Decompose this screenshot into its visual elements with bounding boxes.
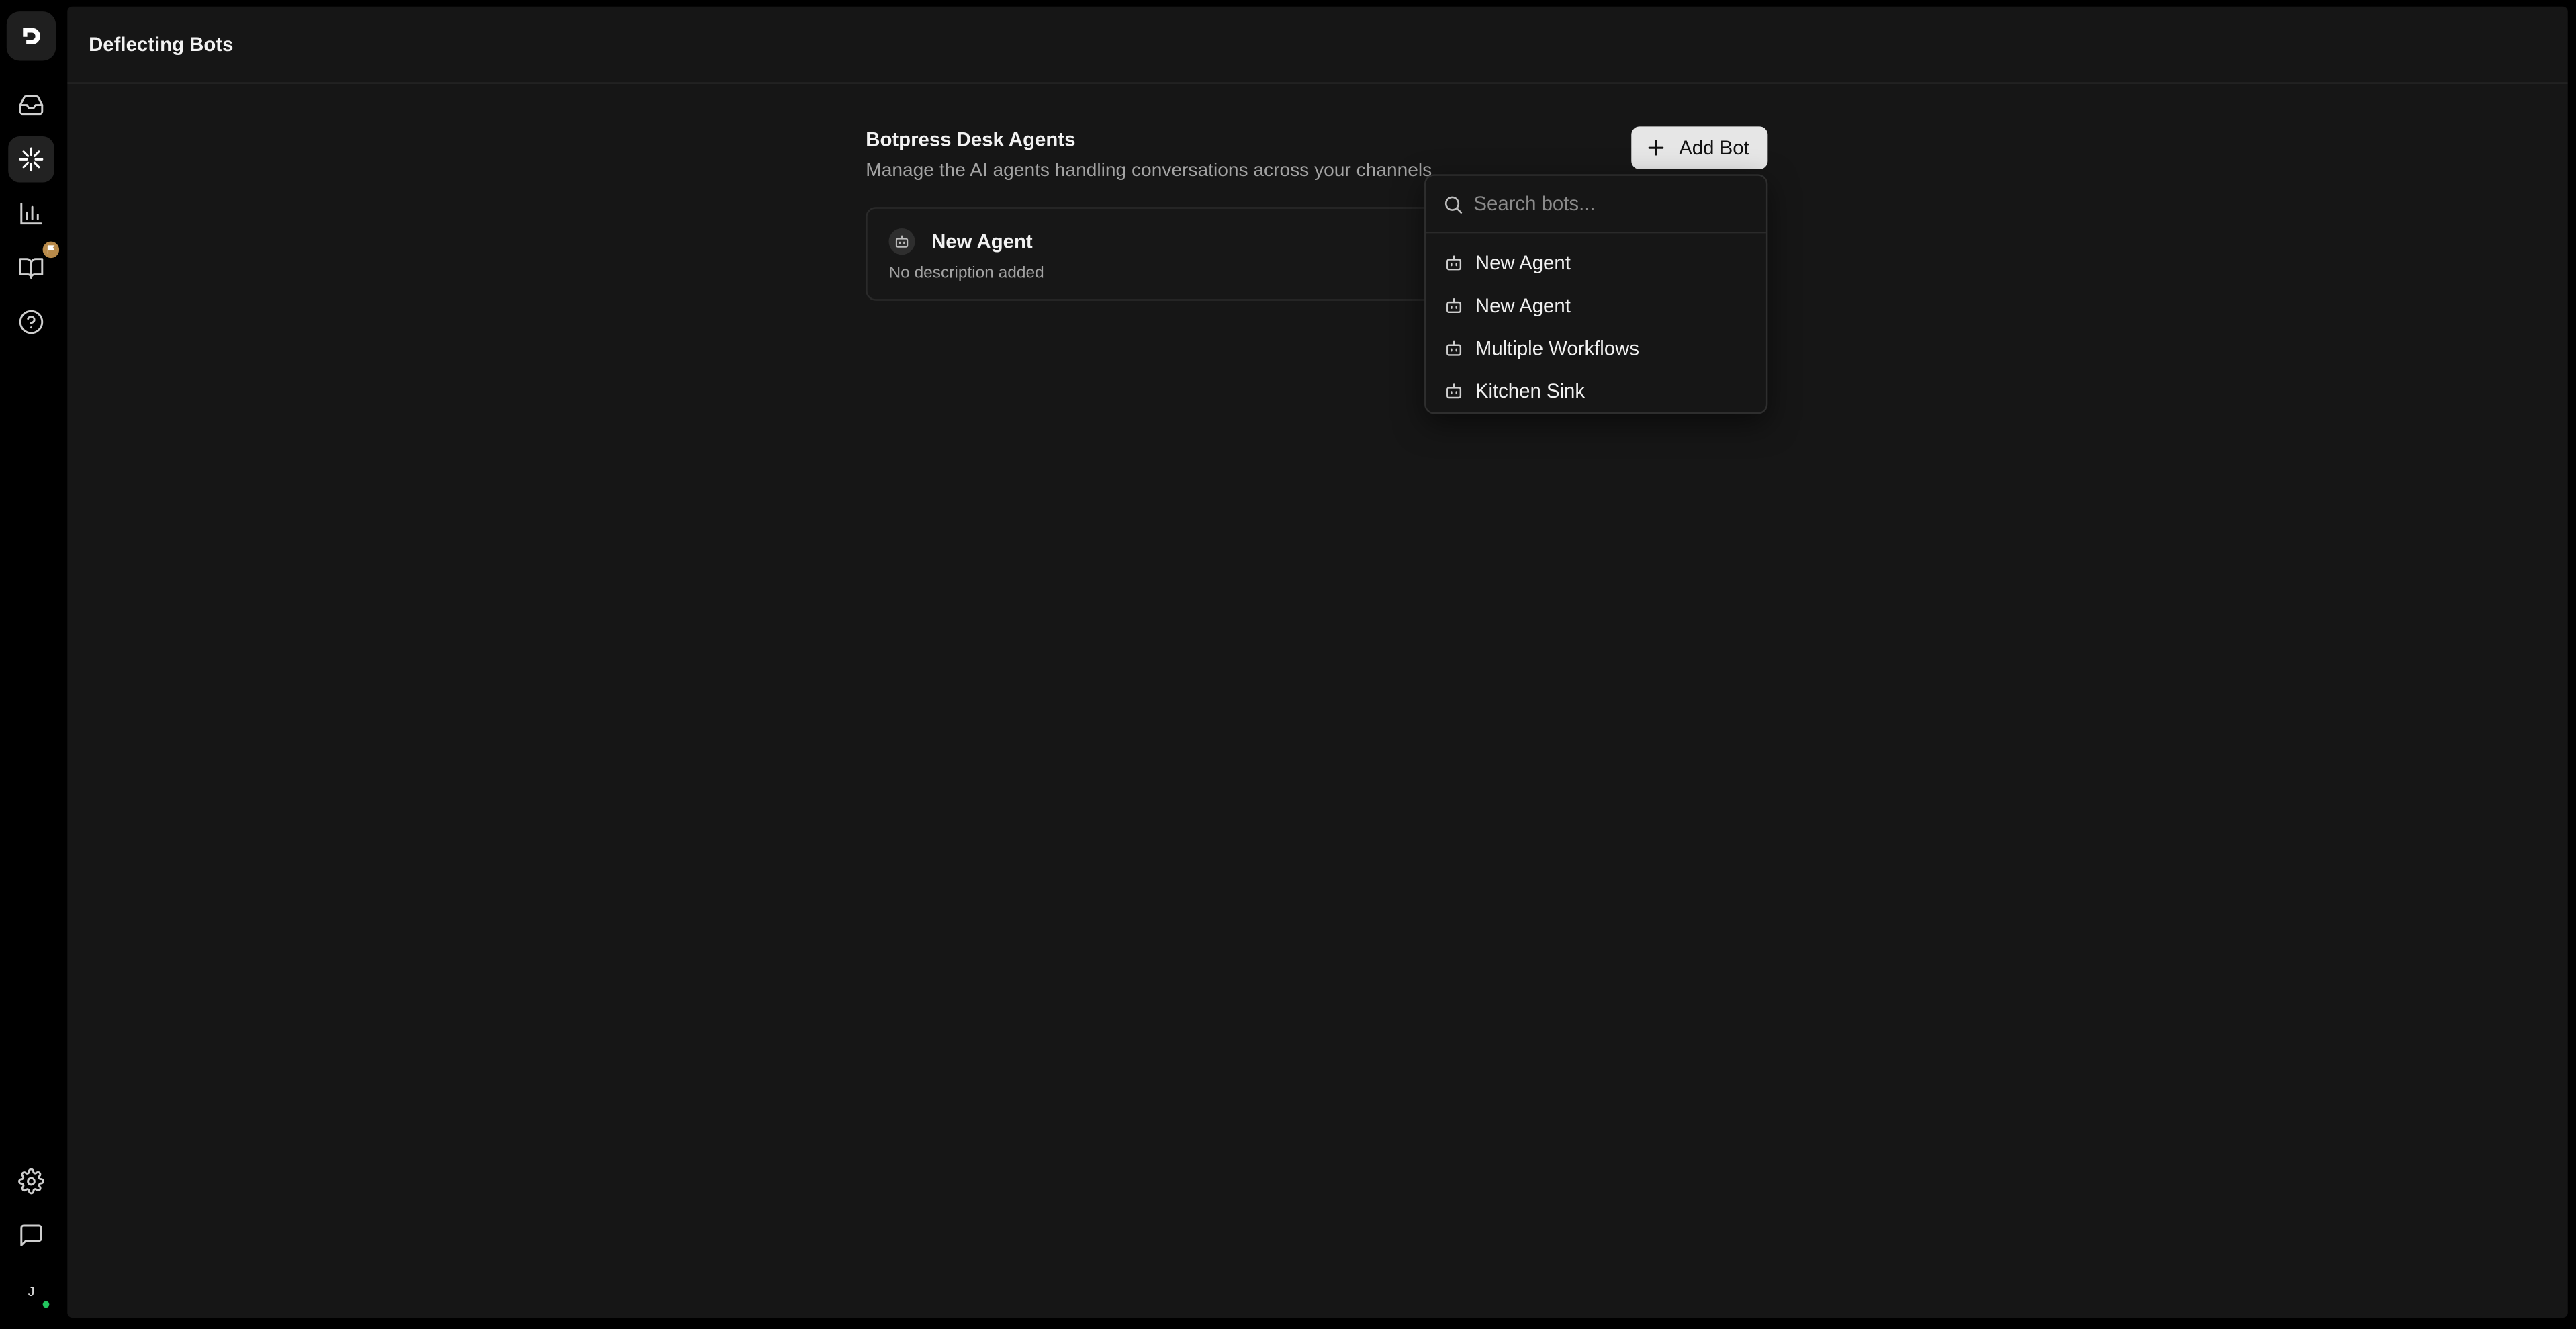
page-title: Deflecting Bots: [89, 32, 234, 56]
gear-icon: [18, 1168, 44, 1195]
sidebar-item-knowledge[interactable]: [8, 240, 61, 291]
bot-icon: [1446, 298, 1462, 314]
inbox-icon: [19, 95, 44, 116]
sparkle-icon: [19, 147, 44, 172]
avatar-initial: J: [28, 1283, 35, 1299]
avatar[interactable]: J: [16, 1277, 51, 1310]
help-circle-icon: [19, 310, 44, 334]
dropdown-search-row: [1426, 176, 1766, 234]
dropdown-option-label: Kitchen Sink: [1475, 379, 1585, 403]
add-bot-label: Add Bot: [1679, 136, 1749, 160]
section-title: Botpress Desk Agents: [866, 128, 1076, 152]
bot-icon: [1446, 340, 1462, 356]
plus-icon: [1648, 140, 1664, 156]
main-panel: Deflecting Bots Botpress Desk Agents Man…: [67, 6, 2568, 1318]
sidebar-item-analytics[interactable]: [8, 191, 54, 236]
message-square-icon: [20, 1224, 42, 1246]
bot-icon: [1446, 383, 1462, 399]
bot-icon: [888, 228, 915, 255]
flag-icon: [47, 245, 55, 254]
agent-name: New Agent: [931, 230, 1033, 253]
dropdown-option-label: New Agent: [1475, 251, 1571, 275]
dropdown-option[interactable]: New Agent: [1432, 286, 1761, 326]
bot-select-dropdown: New Agent New Agent Multiple Workflows K…: [1424, 174, 1768, 414]
sidebar-item-settings[interactable]: [8, 1158, 54, 1204]
agent-description: No description added: [888, 264, 1044, 283]
dropdown-option-label: New Agent: [1475, 293, 1571, 318]
app-root: J Deflecting Bots Botpress Desk Agents M…: [0, 0, 2576, 1329]
sidebar: J: [0, 0, 66, 1329]
sidebar-item-help[interactable]: [8, 299, 54, 345]
search-icon: [1444, 196, 1463, 214]
book-icon: [19, 258, 44, 279]
sidebar-item-inbox[interactable]: [8, 82, 54, 128]
botpress-logo-icon[interactable]: [6, 11, 56, 61]
section-description: Manage the AI agents handling conversati…: [866, 161, 1432, 181]
notification-badge: [41, 240, 61, 260]
search-bots-input[interactable]: [1473, 189, 1753, 219]
online-status-indicator: [41, 1299, 51, 1310]
dropdown-option[interactable]: New Agent: [1432, 243, 1761, 283]
sidebar-item-feedback[interactable]: [8, 1212, 54, 1258]
dropdown-option[interactable]: Multiple Workflows: [1432, 328, 1761, 368]
add-bot-button[interactable]: Add Bot: [1631, 126, 1768, 169]
bar-chart-icon: [20, 202, 42, 225]
sidebar-item-bots[interactable]: [8, 136, 54, 183]
bot-icon: [1446, 255, 1462, 271]
dropdown-option-label: Multiple Workflows: [1475, 336, 1640, 360]
top-bar: Deflecting Bots: [67, 7, 2568, 84]
dropdown-option[interactable]: Kitchen Sink: [1432, 371, 1761, 411]
